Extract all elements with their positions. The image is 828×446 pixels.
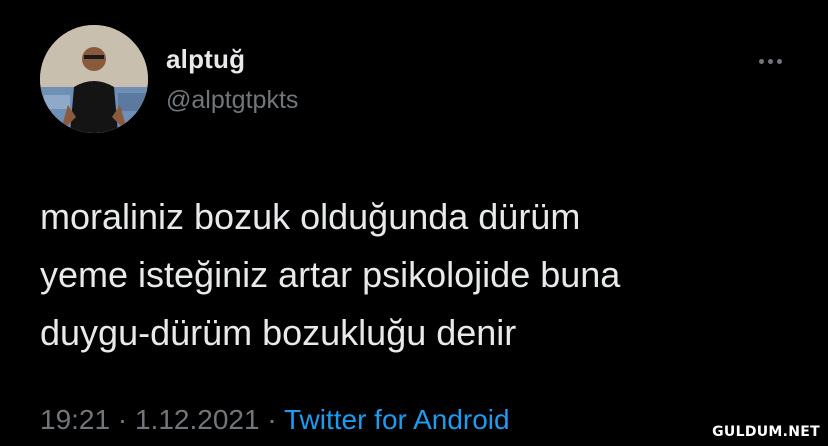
meta-separator: · xyxy=(117,404,128,435)
tweet-text-line: yeme isteğiniz artar psikolojide buna xyxy=(40,254,621,295)
more-options-icon xyxy=(758,58,782,64)
tweet-source-link[interactable]: Twitter for Android xyxy=(284,404,510,435)
tweet-text: moraliniz bozuk olduğunda dürüm yeme ist… xyxy=(40,188,780,362)
more-options-button[interactable] xyxy=(752,48,788,74)
username-handle[interactable]: @alptgtpkts xyxy=(166,86,298,115)
avatar[interactable] xyxy=(40,25,148,133)
tweet-time[interactable]: 19:21 xyxy=(40,404,110,435)
tweet-text-line: moraliniz bozuk olduğunda dürüm xyxy=(40,196,581,237)
tweet-date[interactable]: 1.12.2021 xyxy=(135,404,260,435)
display-name[interactable]: alptuğ xyxy=(166,44,245,75)
meta-separator: · xyxy=(267,404,277,435)
tweet-text-line: duygu-dürüm bozukluğu denir xyxy=(40,312,517,353)
profile-photo-icon xyxy=(40,25,148,133)
watermark: GULDUM.NET xyxy=(712,424,820,440)
tweet-metadata: 19:21 · 1.12.2021 · Twitter for Android xyxy=(40,404,510,436)
